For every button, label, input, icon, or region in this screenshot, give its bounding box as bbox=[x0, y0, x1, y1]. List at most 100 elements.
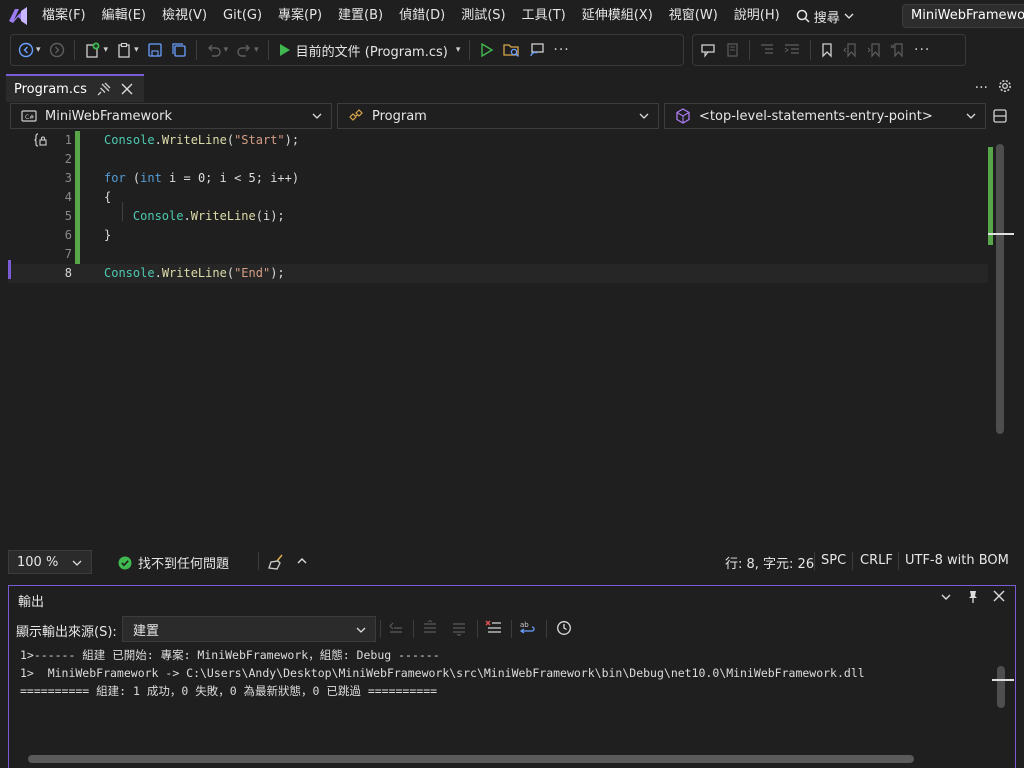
output-scrollbar-marker bbox=[992, 679, 1014, 681]
code-line[interactable]: 2 bbox=[8, 150, 988, 169]
start-without-debugging-button[interactable] bbox=[476, 38, 498, 62]
status-separator bbox=[852, 552, 853, 570]
menu-item[interactable]: 說明(H) bbox=[726, 0, 788, 32]
hot-reload-button[interactable] bbox=[500, 38, 524, 62]
scrollbar-caret-marker bbox=[988, 233, 1014, 235]
menu-item[interactable]: 建置(B) bbox=[330, 0, 391, 32]
pin-panel-button[interactable] bbox=[966, 590, 980, 608]
split-window-button[interactable] bbox=[992, 108, 1008, 128]
menu-item[interactable]: 編輯(E) bbox=[94, 0, 154, 32]
solution-name-badge[interactable]: MiniWebFramework bbox=[902, 4, 1024, 28]
menu-item[interactable]: 延伸模組(X) bbox=[574, 0, 661, 32]
code-cleanup-button[interactable] bbox=[268, 554, 286, 574]
tab-program-cs[interactable]: Program.cs bbox=[6, 74, 144, 102]
navigate-back-button[interactable]: ▾ bbox=[15, 38, 44, 62]
output-text[interactable]: 1>------ 組建 已開始: 專案: MiniWebFramework，組態… bbox=[20, 646, 980, 700]
previous-message-button[interactable] bbox=[422, 619, 438, 640]
expand-up-button[interactable] bbox=[296, 555, 308, 571]
redo-button[interactable]: ▾ bbox=[233, 38, 262, 62]
clear-all-button[interactable] bbox=[485, 620, 503, 640]
output-source-dropdown[interactable]: 建置 bbox=[122, 616, 376, 642]
save-all-button[interactable] bbox=[168, 38, 190, 62]
line-number: 6 bbox=[64, 228, 72, 242]
pin-icon[interactable] bbox=[97, 82, 111, 96]
show-timestamps-button[interactable] bbox=[556, 620, 572, 640]
code-line[interactable]: 1 Console.WriteLine("Start"); bbox=[8, 131, 988, 150]
menu-item[interactable]: 專案(P) bbox=[270, 0, 330, 32]
toggle-bookmark-button[interactable] bbox=[817, 38, 837, 62]
close-panel-button[interactable] bbox=[993, 590, 1005, 606]
class-icon bbox=[349, 109, 363, 121]
search-icon bbox=[796, 9, 810, 23]
open-file-button[interactable]: ▾ bbox=[113, 38, 142, 62]
new-item-icon bbox=[85, 42, 100, 58]
project-dropdown[interactable]: C# MiniWebFramework bbox=[10, 103, 332, 129]
member-dropdown[interactable]: <top-level-statements-entry-point> bbox=[664, 103, 986, 129]
code-token: ); bbox=[284, 133, 300, 147]
svg-text:ab: ab bbox=[520, 621, 529, 629]
next-bookmark-button[interactable] bbox=[863, 38, 885, 62]
save-button[interactable] bbox=[144, 38, 166, 62]
next-message-button[interactable] bbox=[451, 620, 467, 640]
menu-item[interactable]: 測試(S) bbox=[453, 0, 513, 32]
output-line: 1>------ 組建 已開始: 專案: MiniWebFramework，組態… bbox=[20, 648, 440, 662]
output-horizontal-scrollbar-thumb[interactable] bbox=[28, 755, 914, 763]
parameter-info-button[interactable] bbox=[721, 38, 743, 62]
menu-item[interactable]: 工具(T) bbox=[514, 0, 574, 32]
undo-button[interactable]: ▾ bbox=[203, 38, 232, 62]
toolbar-overflow-button[interactable]: ··· bbox=[911, 38, 933, 62]
chevron-down-icon: ▾ bbox=[103, 45, 109, 55]
menu-item[interactable]: 檔案(F) bbox=[36, 0, 94, 32]
type-dropdown[interactable]: Program bbox=[337, 103, 659, 129]
find-message-in-code-button[interactable] bbox=[388, 620, 404, 640]
zoom-level: 100 % bbox=[17, 554, 59, 570]
code-token: ( bbox=[226, 133, 235, 147]
toggle-word-wrap-button[interactable]: ab bbox=[519, 620, 537, 640]
clear-bookmarks-button[interactable] bbox=[887, 38, 909, 62]
toolbar-group-main: ▾ ▾ ▾ ▾ ▾ 目前的文件 (Program.cs) ▾ ··· bbox=[10, 34, 684, 66]
decrease-indent-button[interactable] bbox=[756, 38, 778, 62]
toolbar-separator bbox=[810, 40, 811, 60]
visual-studio-logo-icon[interactable] bbox=[0, 0, 36, 32]
menu-item[interactable]: 偵錯(D) bbox=[391, 0, 453, 32]
scrollbar-thumb[interactable] bbox=[996, 144, 1004, 434]
toolbar-separator bbox=[267, 40, 269, 60]
browser-link-button[interactable] bbox=[526, 38, 548, 62]
toolbar-overflow-button[interactable]: ··· bbox=[550, 38, 572, 62]
menu-item[interactable]: Git(G) bbox=[215, 0, 270, 32]
output-panel-title: 輸出 bbox=[18, 595, 45, 610]
next-message-icon bbox=[453, 623, 465, 637]
output-scrollbar-thumb[interactable] bbox=[997, 666, 1005, 708]
code-line[interactable]: 6} bbox=[8, 226, 988, 245]
file-encoding[interactable]: UTF-8 with BOM bbox=[905, 553, 1009, 568]
cursor-position[interactable]: 行: 8, 字元: 26 bbox=[725, 553, 814, 572]
previous-bookmark-button[interactable] bbox=[839, 38, 861, 62]
navigate-forward-button[interactable] bbox=[46, 38, 68, 62]
toolbar-separator bbox=[73, 40, 75, 60]
code-line[interactable]: 5 Console.WriteLine(i); bbox=[8, 207, 988, 226]
current-line-marker bbox=[8, 260, 11, 279]
close-icon[interactable] bbox=[121, 83, 133, 95]
menu-item[interactable]: 視窗(W) bbox=[661, 0, 726, 32]
code-line[interactable]: 3 for (int i = 0; i < 5; i++) bbox=[8, 169, 988, 188]
issues-indicator[interactable]: 找不到任何問題 bbox=[118, 553, 229, 572]
toolbar-separator bbox=[413, 620, 414, 638]
start-debugging-button[interactable]: 目前的文件 (Program.cs) ▾ bbox=[275, 38, 464, 62]
code-editor[interactable]: 1 Console.WriteLine("Start"); 2 3 for (int i… bbox=[8, 131, 988, 548]
whitespace-mode[interactable]: SPC bbox=[821, 553, 846, 568]
menu-item[interactable]: 檢視(V) bbox=[154, 0, 215, 32]
code-line[interactable]: 4{ bbox=[8, 188, 988, 207]
new-project-button[interactable]: ▾ bbox=[81, 38, 112, 62]
code-line[interactable]: 7 bbox=[8, 245, 988, 264]
line-endings[interactable]: CRLF bbox=[860, 553, 893, 568]
search-menu[interactable]: 搜尋 bbox=[788, 7, 862, 26]
more-icon: ··· bbox=[553, 42, 570, 58]
comment-icon bbox=[701, 44, 715, 58]
document-settings-button[interactable] bbox=[998, 79, 1012, 97]
code-line[interactable]: 8 Console.WriteLine("End"); bbox=[8, 264, 988, 283]
zoom-dropdown[interactable]: 100 % bbox=[8, 550, 92, 574]
quick-info-button[interactable] bbox=[697, 38, 719, 62]
panel-options-button[interactable] bbox=[940, 590, 952, 608]
increase-indent-button[interactable] bbox=[780, 38, 804, 62]
tab-overflow-button[interactable]: ··· bbox=[975, 80, 988, 96]
